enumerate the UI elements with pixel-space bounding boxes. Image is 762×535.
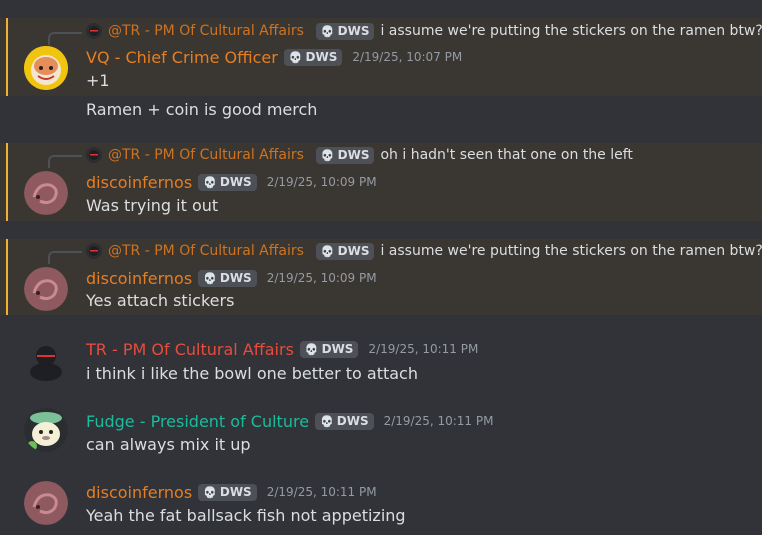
reply-text: oh i hadn't seen that one on the left [380, 147, 633, 163]
timestamp: 2/19/25, 10:07 PM [352, 50, 463, 64]
pink-swirl-avatar-icon[interactable] [24, 267, 68, 311]
timestamp: 2/19/25, 10:11 PM [383, 414, 494, 428]
timestamp: 2/19/25, 10:11 PM [266, 485, 377, 499]
author-name[interactable]: VQ - Chief Crime Officer [86, 48, 278, 67]
reply-avatar-icon [86, 147, 102, 163]
top-divider [0, 0, 762, 18]
author-name[interactable]: discoinfernos [86, 483, 192, 502]
author-name[interactable]: discoinfernos [86, 269, 192, 288]
timestamp: 2/19/25, 10:11 PM [368, 342, 479, 356]
pink-swirl-avatar-icon[interactable] [24, 481, 68, 525]
message-header: VQ - Chief Crime Officer 💀 DWS 2/19/25, 1… [86, 46, 462, 68]
role-tag: 💀 DWS [315, 412, 374, 430]
message-item[interactable]: TR - PM Of Cultural Affairs 💀 DWS 2/19/25… [0, 334, 762, 394]
role-tag: 💀 DWS [315, 242, 375, 260]
message-text: Yes attach stickers [86, 291, 235, 310]
skull-icon: 💀 [304, 342, 319, 356]
message-item[interactable]: @TR - PM Of Cultural Affairs 💀 DWS oh i h… [0, 143, 762, 221]
message-item[interactable]: Fudge - President of Culture 💀 DWS 2/19/2… [0, 406, 762, 466]
reply-connector [48, 251, 82, 264]
message-item[interactable]: discoinfernos 💀 DWS 2/19/25, 10:11 PM Yea… [0, 477, 762, 535]
message-text: Ramen + coin is good merch [86, 100, 318, 119]
timestamp: 2/19/25, 10:09 PM [266, 271, 377, 285]
reply-connector [48, 155, 82, 168]
pink-swirl-avatar-icon[interactable] [24, 171, 68, 215]
skull-icon: 💀 [320, 414, 334, 428]
reply-preview[interactable]: @TR - PM Of Cultural Affairs 💀 DWS i assu… [86, 21, 762, 41]
message-header: discoinfernos 💀 DWS 2/19/25, 10:11 PM [86, 481, 377, 503]
role-tag: 💀 DWS [315, 22, 375, 40]
timestamp: 2/19/25, 10:09 PM [266, 175, 377, 189]
message-header: discoinfernos 💀 DWS 2/19/25, 10:09 PM [86, 267, 377, 289]
reply-text: i assume we're putting the stickers on t… [380, 23, 762, 39]
message-text: i think i like the bowl one better to at… [86, 364, 418, 383]
message-header: Fudge - President of Culture 💀 DWS 2/19/2… [86, 410, 493, 432]
role-tag: 💀 DWS [198, 173, 257, 191]
role-tag: 💀 DWS [315, 146, 375, 164]
skull-icon: 💀 [203, 485, 217, 499]
message-text: Was trying it out [86, 196, 219, 215]
hamster-avatar-icon[interactable] [24, 46, 68, 90]
role-tag: 💀 DWS [283, 48, 343, 66]
role-tag: 💀 DWS [299, 340, 359, 358]
message-text: can always mix it up [86, 435, 251, 454]
message-item[interactable]: @TR - PM Of Cultural Affairs 💀 DWS i assu… [0, 18, 762, 96]
author-name[interactable]: Fudge - President of Culture [86, 412, 309, 431]
reply-text: i assume we're putting the stickers on t… [380, 243, 762, 259]
reply-connector [48, 32, 82, 45]
skull-icon: 💀 [320, 24, 335, 38]
reply-mention[interactable]: @TR - PM Of Cultural Affairs [108, 23, 304, 39]
reply-preview[interactable]: @TR - PM Of Cultural Affairs 💀 DWS i assu… [86, 241, 762, 261]
reply-avatar-icon [86, 243, 102, 259]
message-header: discoinfernos 💀 DWS 2/19/25, 10:09 PM [86, 171, 377, 193]
reply-mention[interactable]: @TR - PM Of Cultural Affairs [108, 243, 304, 259]
message-text: +1 [86, 71, 110, 90]
message-header: TR - PM Of Cultural Affairs 💀 DWS 2/19/25… [86, 338, 478, 360]
author-name[interactable]: TR - PM Of Cultural Affairs [86, 340, 294, 359]
role-tag: 💀 DWS [198, 483, 257, 501]
black-blob-avatar-icon[interactable] [24, 338, 68, 382]
skull-icon: 💀 [320, 244, 335, 258]
message-text: Yeah the fat ballsack fish not appetizin… [86, 506, 406, 525]
reply-mention[interactable]: @TR - PM Of Cultural Affairs [108, 147, 304, 163]
reply-preview[interactable]: @TR - PM Of Cultural Affairs 💀 DWS oh i h… [86, 145, 633, 165]
author-name[interactable]: discoinfernos [86, 173, 192, 192]
skull-icon: 💀 [288, 50, 303, 64]
reply-avatar-icon [86, 23, 102, 39]
skull-icon: 💀 [203, 271, 217, 285]
message-item[interactable]: @TR - PM Of Cultural Affairs 💀 DWS i assu… [0, 239, 762, 315]
skull-icon: 💀 [320, 148, 335, 162]
skull-icon: 💀 [203, 175, 217, 189]
role-tag: 💀 DWS [198, 269, 257, 287]
dog-avatar-icon[interactable] [24, 408, 68, 452]
